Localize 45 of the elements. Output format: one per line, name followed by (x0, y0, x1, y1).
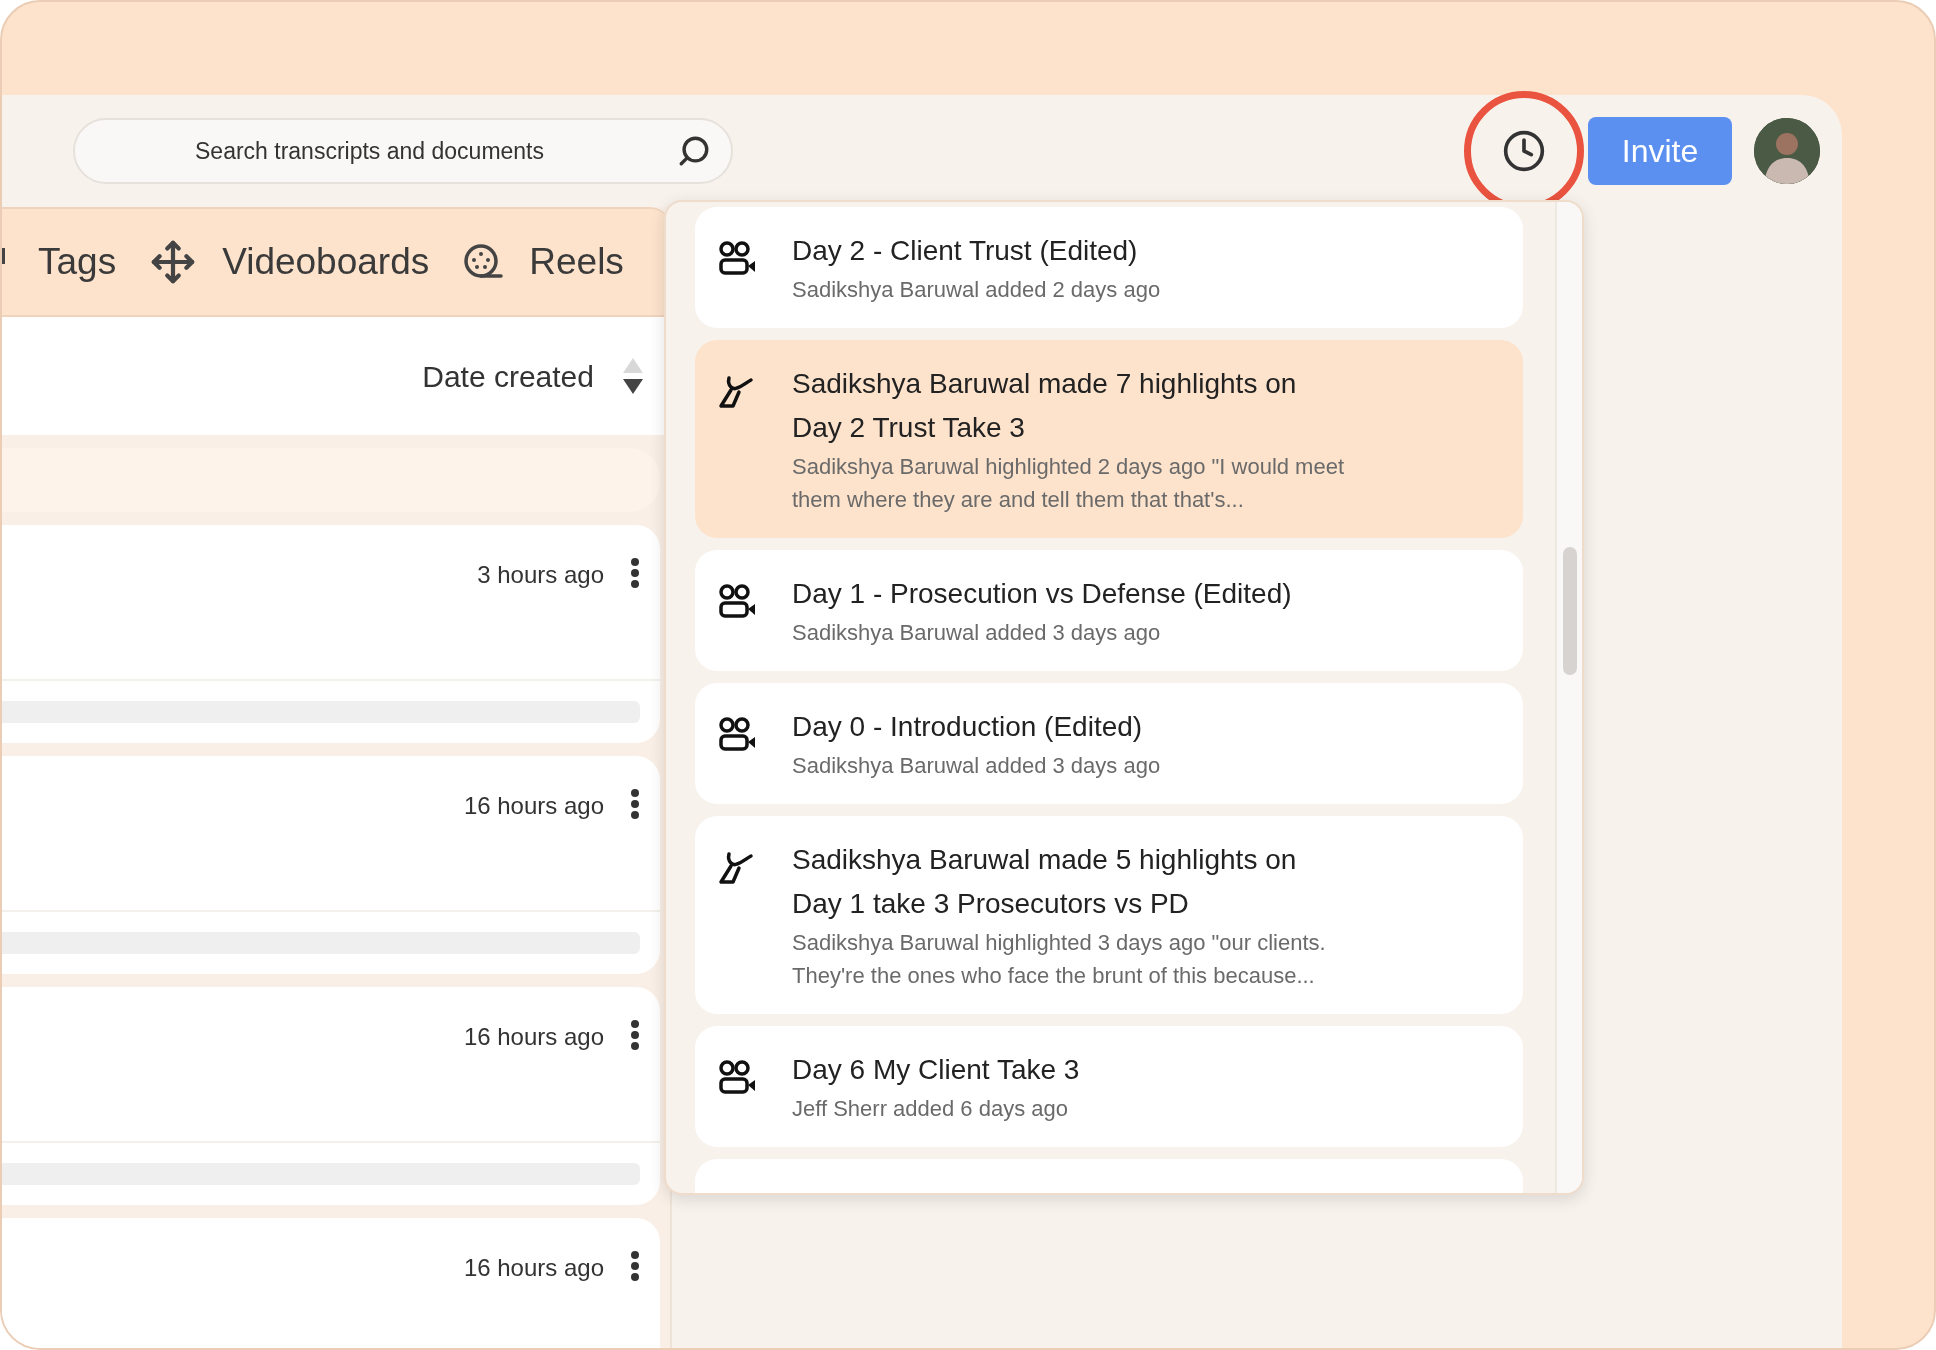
activity-subtitle: Sadikshya Baruwal highlighted 3 days ago "our clients. They're the ones who face the brunt of this because... (792, 929, 1327, 990)
recording-card[interactable]: 16 hours ago (2, 1218, 660, 1348)
activity-title: Day 1 - Prosecution vs Defense (Edited) (792, 577, 1292, 611)
activity-title: Day 2 - Client Trust (Edited) (792, 234, 1139, 268)
more-options-button[interactable] (630, 788, 640, 820)
activity-item[interactable]: Sadikshya Baruwal made 7 highlights on Day 2 Trust Take 3 Sadikshya Baruwal highlighted 2 days ago "I would meet them where they are and tell them that that's... (695, 340, 1523, 538)
activity-item[interactable]: Day 0 - Introduction (Edited) Sadikshya Baruwal added 3 days ago (695, 683, 1523, 804)
activity-subtitle: Jeff Sherr added 6 days ago (792, 1095, 1069, 1123)
created-time: 16 hours ago (463, 791, 604, 821)
more-icon (630, 557, 640, 589)
clock-icon (1502, 129, 1546, 173)
nav-tab[interactable]: Reels (463, 234, 624, 290)
search-field[interactable]: Search transcripts and documents (73, 118, 733, 184)
activity-title: Sadikshya Baruwal made 5 highlights on Day 1 take 3 Prosecutors vs PD (792, 843, 1298, 921)
more-options-button[interactable] (630, 1250, 640, 1282)
move-arrows-icon (150, 239, 197, 285)
more-icon (630, 788, 640, 820)
created-time: 16 hours ago (463, 1022, 604, 1052)
nav-tab[interactable]: Videoboards (150, 234, 430, 290)
activity-item[interactable]: Sadikshya Baruwal made 5 highlights on Day 1 take 3 Prosecutors vs PD Sadikshya Baruwal highlighted 3 days ago "our clients. They're the ones who face the brunt of this because... (695, 816, 1523, 1014)
activity-subtitle: Sadikshya Baruwal added 3 days ago (792, 752, 1161, 780)
recording-card[interactable]: 16 hours ago (2, 987, 660, 1205)
more-icon (630, 1019, 640, 1051)
created-time: 16 hours ago (463, 1253, 604, 1283)
activity-title: Sadikshya Baruwal made 7 highlights on Day 2 Trust Take 3 (792, 367, 1298, 445)
recording-card[interactable]: 3 hours ago (2, 525, 660, 743)
more-icon (630, 1250, 640, 1282)
recording-card[interactable]: 16 hours ago (2, 756, 660, 974)
activity-subtitle: Sadikshya Baruwal added 3 days ago (792, 619, 1162, 647)
activity-title: Day 0 - Introduction (Edited) (792, 710, 1144, 744)
created-time: 3 hours ago (477, 560, 604, 590)
more-options-button[interactable] (630, 1019, 640, 1051)
activity-subtitle: Sadikshya Baruwal highlighted 2 days ago "I would meet them where they are and tell them that that's... (792, 453, 1346, 514)
activity-item[interactable]: Day 1 - Prosecution vs Defense (Edited) Sadikshya Baruwal added 3 days ago (695, 550, 1523, 671)
sort-label[interactable]: Date created (422, 353, 594, 399)
film-reel-icon (463, 243, 504, 281)
nav-tab[interactable]: Tags (38, 234, 117, 290)
activity-item[interactable]: Day 6 My Client Take 3 Jeff Sherr added 6 days ago (695, 1026, 1523, 1147)
scrollbar[interactable] (1555, 202, 1582, 1193)
more-options-button[interactable] (630, 557, 640, 589)
activity-title: Day 6 My Client Take 3 (792, 1053, 1080, 1087)
activity-subtitle: Sadikshya Baruwal added 2 days ago (792, 276, 1161, 304)
search-icon (677, 134, 711, 168)
activity-item[interactable]: Day 2 - Client Trust (Edited) Sadikshya Baruwal added 2 days ago (695, 207, 1523, 328)
sort-arrows-icon[interactable] (622, 356, 644, 396)
